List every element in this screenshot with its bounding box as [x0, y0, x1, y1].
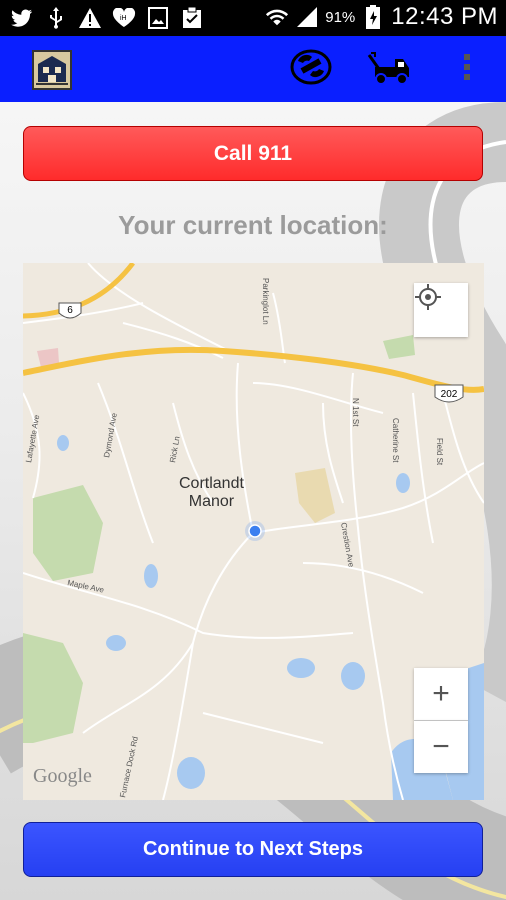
- town-label-line2: Manor: [188, 493, 235, 510]
- park-area: [33, 485, 103, 581]
- wifi-icon: [265, 3, 289, 31]
- overflow-menu-icon: [462, 52, 472, 87]
- phone-button[interactable]: [288, 46, 334, 92]
- water-body: [396, 473, 410, 493]
- location-label: Your current location:: [118, 210, 388, 240]
- water-body: [106, 635, 126, 651]
- system-icons: 91% 12:43 PM: [265, 3, 498, 31]
- map-view[interactable]: 6 202 Parkinglot Ln N 1st St Catherine S…: [23, 263, 484, 800]
- street-label: N 1st St: [351, 398, 360, 427]
- call-911-button[interactable]: Call 911: [23, 126, 483, 181]
- water-body: [177, 757, 205, 789]
- water-body: [144, 564, 158, 588]
- battery-icon: [361, 3, 385, 31]
- svg-text:202: 202: [441, 389, 458, 400]
- clock: 12:43 PM: [391, 3, 498, 30]
- zoom-in-button[interactable]: +: [414, 668, 468, 720]
- usb-icon: [44, 4, 68, 32]
- sand-area: [295, 468, 335, 523]
- svg-text:iH: iH: [120, 15, 127, 22]
- current-location-dot: [248, 524, 262, 538]
- street-label: Parkinglot Ln: [261, 278, 270, 325]
- my-location-button[interactable]: [414, 283, 468, 337]
- warning-icon: [78, 4, 102, 32]
- town-label-line1: Cortlandt: [179, 475, 244, 492]
- street-label: Furnace Dock Rd: [118, 736, 140, 799]
- image-icon: [146, 4, 170, 32]
- street-label: Field St: [435, 438, 444, 466]
- zoom-out-button[interactable]: −: [414, 721, 468, 773]
- clipboard-icon: [180, 4, 204, 32]
- water-body: [341, 662, 365, 690]
- route-202-shield: 202: [434, 384, 464, 403]
- notification-icons: iH: [10, 4, 204, 32]
- street-label: Catherine St: [391, 418, 400, 463]
- overflow-menu-button[interactable]: [444, 46, 490, 92]
- svg-text:6: 6: [67, 305, 73, 316]
- street-label: Crestion Ave: [339, 522, 356, 569]
- route-6-shield: 6: [58, 302, 82, 319]
- tow-truck-button[interactable]: [366, 46, 412, 92]
- signal-icon: [295, 3, 319, 31]
- twitter-icon: [10, 4, 34, 32]
- street-label: Rick Ln: [168, 436, 181, 464]
- continue-button[interactable]: Continue to Next Steps: [23, 822, 483, 877]
- battery-percent: 91%: [325, 8, 356, 26]
- park-area: [383, 335, 415, 359]
- water-body: [57, 435, 69, 451]
- app-bar: [0, 36, 506, 102]
- town-label: Cortlandt Manor: [179, 475, 244, 511]
- park-area: [23, 633, 83, 743]
- app-logo-icon[interactable]: [32, 50, 72, 90]
- tow-truck-icon: [367, 47, 411, 92]
- status-bar: iH 91% 12:43 PM: [0, 0, 506, 36]
- water-body: [287, 658, 315, 678]
- google-attribution: Google: [33, 765, 92, 787]
- iheart-icon: iH: [112, 4, 136, 32]
- phone-icon: [290, 47, 332, 92]
